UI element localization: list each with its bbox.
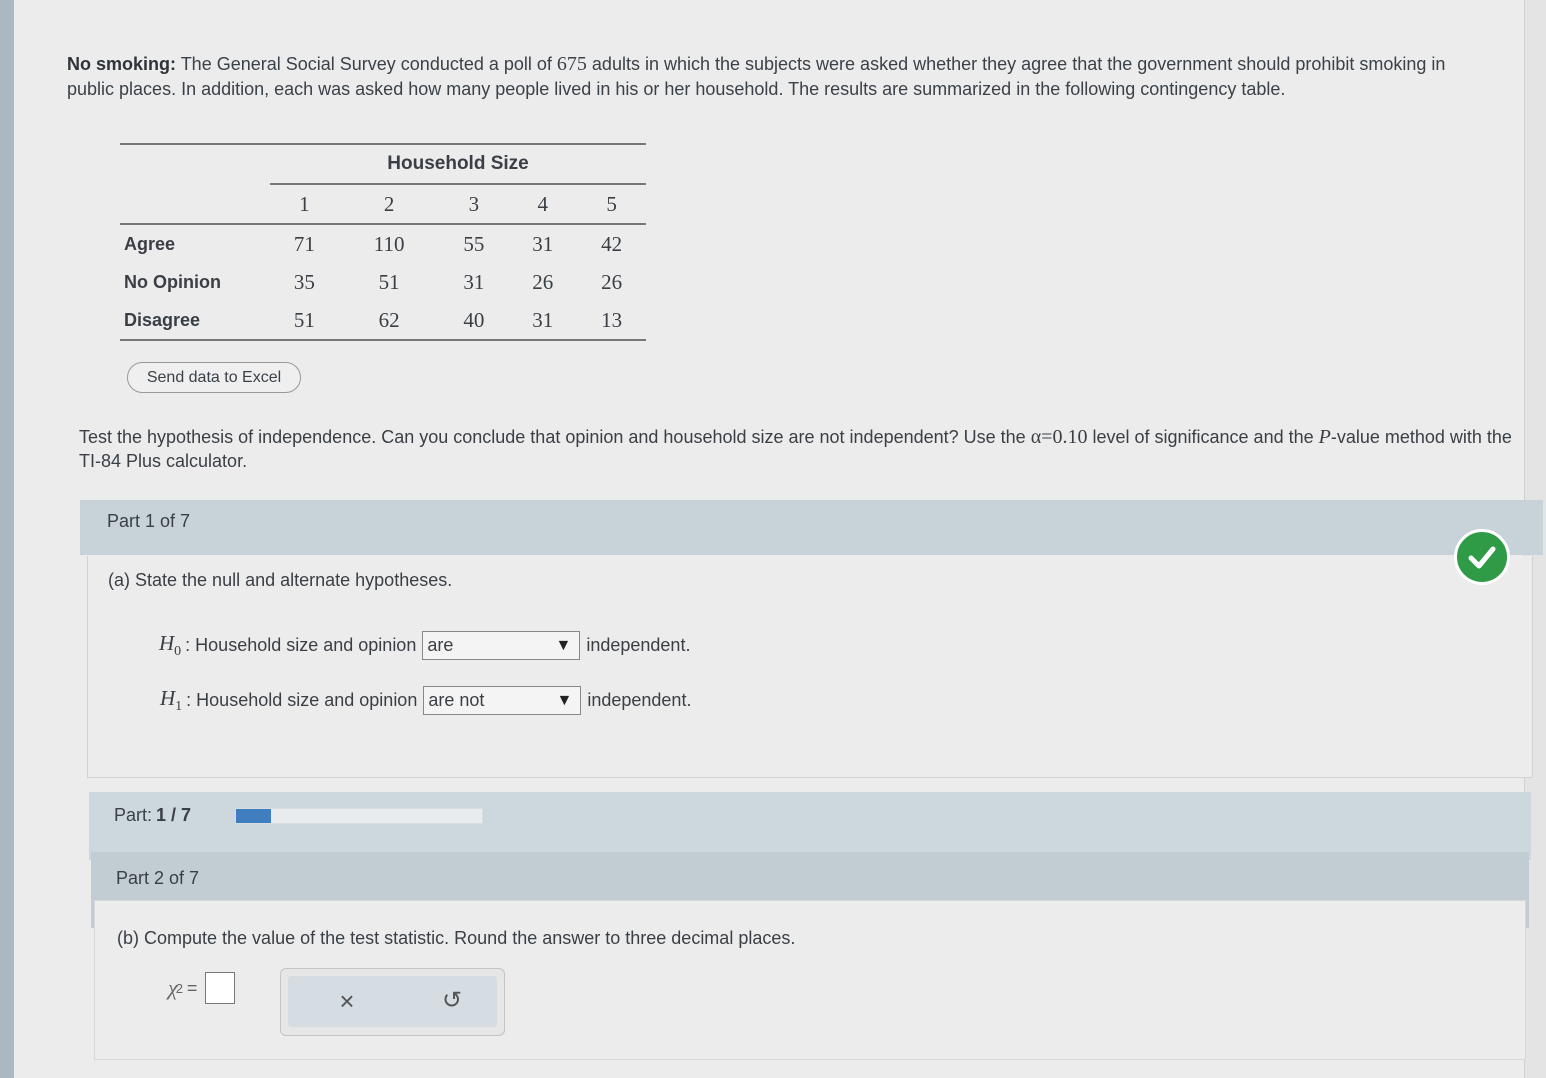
- chi-square-input[interactable]: [205, 972, 236, 1004]
- chevron-down-icon: ▼: [556, 692, 573, 710]
- chi-exponent: 2: [175, 980, 183, 996]
- table-cell: 31: [508, 301, 578, 341]
- null-hypothesis: H0 : Household size and opinion are ▼ in…: [159, 631, 691, 661]
- table-cell: 40: [439, 301, 509, 341]
- part1-title: Part 1 of 7: [107, 511, 191, 531]
- table-cell: 42: [601, 231, 623, 256]
- table-cell: 62: [338, 301, 440, 341]
- part1-header[interactable]: Part 1 of 7: [80, 500, 1543, 555]
- question-text: Test the hypothesis of independence. Can…: [79, 425, 1519, 473]
- h1-selected-value: are not: [428, 690, 485, 711]
- table-cell: 51: [270, 301, 339, 341]
- h1-text: : Household size and opinion: [186, 690, 418, 711]
- column-header: 3: [439, 184, 509, 225]
- row-label: Agree: [124, 233, 176, 254]
- problem-lead: No smoking:: [67, 54, 177, 74]
- h1-suffix: independent.: [587, 690, 692, 711]
- h0-text: : Household size and opinion: [185, 635, 417, 656]
- equals-sign: =: [186, 977, 198, 998]
- h1-select[interactable]: are not ▼: [423, 686, 582, 716]
- h0-symbol: H0: [159, 631, 182, 660]
- p-symbol: P: [1318, 426, 1331, 448]
- table-cell: 110: [373, 231, 405, 256]
- question-text-a: Test the hypothesis of independence. Can…: [79, 427, 1031, 447]
- table-row: Disagree 51 62 40 31 13: [120, 301, 646, 341]
- send-to-excel-button[interactable]: Send data to Excel: [127, 362, 301, 393]
- table-row: No Opinion 35 51 31 26 26: [120, 263, 646, 301]
- undo-icon[interactable]: ↺: [436, 986, 468, 1015]
- table-cell: 26: [601, 269, 623, 294]
- column-header: 1: [270, 184, 339, 225]
- progress-label: Part: 1 / 7: [114, 805, 192, 825]
- part1-prompt: (a) State the null and alternate hypothe…: [108, 570, 453, 590]
- poll-size: 675: [556, 53, 587, 75]
- progress-fill: [236, 809, 272, 823]
- table-cell: 71: [293, 231, 315, 256]
- h0-select[interactable]: are ▼: [422, 631, 581, 661]
- check-circle-icon: [1454, 529, 1510, 585]
- table-cell: 51: [378, 269, 400, 294]
- answer-tools: × ↺: [280, 968, 505, 1036]
- table-cell: 31: [532, 231, 554, 256]
- h0-selected-value: are: [427, 635, 454, 656]
- progress-track: [235, 808, 483, 824]
- h1-symbol: H1: [160, 686, 183, 715]
- table-cell: 31: [463, 269, 485, 294]
- table-row: Agree 71 110 55 31 42: [120, 224, 646, 263]
- column-header: 4: [508, 184, 578, 225]
- h0-suffix: independent.: [586, 635, 691, 656]
- column-header: 2: [338, 184, 440, 225]
- part2-title: Part 2 of 7: [116, 868, 200, 888]
- alternate-hypothesis: H1 : Household size and opinion are not …: [160, 686, 692, 716]
- row-label: Disagree: [120, 301, 270, 341]
- clear-icon[interactable]: ×: [331, 986, 363, 1017]
- group-header: Household Size: [270, 143, 646, 185]
- progress-panel: Part: 1 / 7: [89, 792, 1531, 860]
- problem-intro: No smoking: The General Social Survey co…: [67, 52, 1497, 102]
- part2-prompt: (b) Compute the value of the test statis…: [117, 928, 796, 948]
- table-cell: 13: [577, 301, 646, 341]
- alpha-value: α=0.10: [1030, 426, 1088, 448]
- progress-value: 1 / 7: [156, 805, 192, 825]
- chi-square-entry: χ2 =: [168, 972, 236, 1004]
- intro-text-a: The General Social Survey conducted a po…: [176, 54, 557, 74]
- contingency-table: Household Size 1 2 3 4 5 Agree 71 110 55…: [120, 143, 646, 341]
- question-text-b: level of significance and the: [1087, 427, 1319, 447]
- table-cell: 55: [463, 231, 485, 256]
- column-header: 5: [577, 184, 646, 225]
- chevron-down-icon: ▼: [555, 637, 572, 655]
- table-cell: 35: [293, 269, 315, 294]
- row-label: No Opinion: [124, 271, 221, 292]
- table-cell: 26: [532, 269, 554, 294]
